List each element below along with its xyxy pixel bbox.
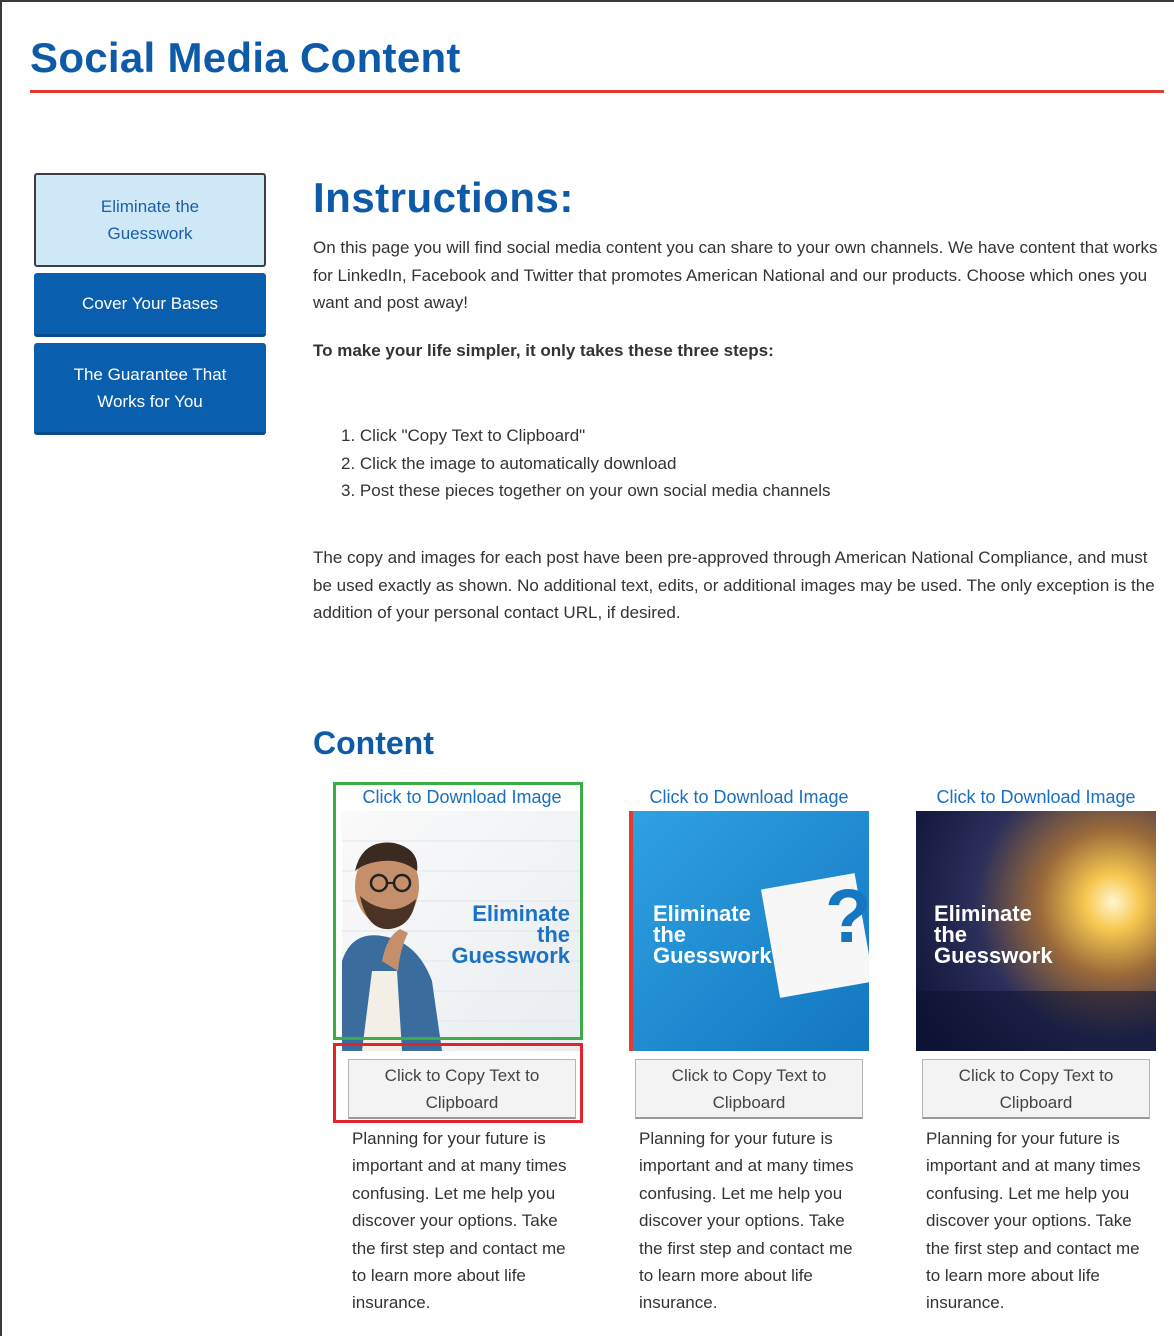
download-image-link[interactable]: Click to Download Image — [916, 783, 1156, 811]
compliance-note: The copy and images for each post have b… — [313, 548, 1155, 622]
sidebar-item-eliminate-the-guesswork[interactable]: Eliminate the Guesswork — [34, 173, 266, 267]
sidebar-item-label: The Guarantee That Works for You — [73, 364, 227, 411]
post-image-3[interactable]: Eliminate the Guesswork — [916, 811, 1156, 1051]
instructions-intro: On this page you will find social media … — [313, 238, 1158, 312]
image-caption-line: Guesswork — [934, 943, 1053, 968]
content-card-3: Click to Download Image Eliminate the Gu… — [916, 783, 1156, 1317]
image-caption-line: the — [934, 922, 967, 947]
sidebar-item-label: Eliminate the Guesswork — [100, 197, 200, 243]
copy-text-button[interactable]: Click to Copy Text to Clipboard — [922, 1059, 1150, 1119]
image-caption-line: Guesswork — [653, 943, 772, 968]
sidebar-nav: Eliminate the Guesswork Cover Your Bases… — [34, 173, 266, 441]
post-text: Planning for your future is important an… — [639, 1129, 854, 1313]
sidebar-item-label: Cover Your Bases — [81, 294, 219, 313]
download-image-link[interactable]: Click to Download Image — [629, 783, 869, 811]
post-text: Planning for your future is important an… — [926, 1129, 1141, 1313]
image-caption-line: Eliminate — [472, 901, 570, 926]
instructions-heading: Instructions: — [313, 174, 574, 221]
copy-text-button[interactable]: Click to Copy Text to Clipboard — [348, 1059, 576, 1119]
copy-text-button[interactable]: Click to Copy Text to Clipboard — [635, 1059, 863, 1119]
sidebar-item-cover-your-bases[interactable]: Cover Your Bases — [34, 273, 266, 337]
content-card-2: Click to Download Image ? Eliminate the … — [629, 783, 869, 1317]
post-image-2[interactable]: ? Eliminate the Guesswork — [629, 811, 869, 1051]
image-caption-line: the — [653, 922, 686, 947]
download-image-link[interactable]: Click to Download Image — [342, 783, 582, 811]
steps-intro: To make your life simpler, it only takes… — [313, 341, 774, 360]
image-caption: Eliminate the Guesswork — [934, 901, 1053, 968]
step-item: 3. Post these pieces together on your ow… — [341, 481, 831, 500]
image-caption-line: Guesswork — [451, 943, 570, 968]
sidebar-item-the-guarantee[interactable]: The Guarantee That Works for You — [34, 343, 266, 435]
post-image-1[interactable]: Eliminate the Guesswork — [342, 811, 582, 1051]
image-caption-line: the — [537, 922, 570, 947]
title-divider — [30, 90, 1164, 93]
page-title: Social Media Content — [30, 34, 461, 81]
step-item: 1. Click "Copy Text to Clipboard" — [341, 426, 586, 445]
content-card-1: Click to Download Image Eliminate the Gu… — [342, 783, 582, 1317]
image-caption: Eliminate the Guesswork — [451, 901, 570, 968]
step-item: 2. Click the image to automatically down… — [341, 453, 677, 473]
post-text: Planning for your future is important an… — [352, 1129, 567, 1313]
question-mark-icon: ? — [825, 874, 869, 959]
content-heading: Content — [313, 725, 434, 761]
instructions-section: Instructions: On this page you will find… — [313, 170, 1163, 761]
image-caption-line: Eliminate — [653, 901, 751, 926]
image-caption-line: Eliminate — [934, 901, 1032, 926]
steps-list: 1. Click "Copy Text to Clipboard" 2. Cli… — [341, 422, 831, 505]
image-caption: Eliminate the Guesswork — [653, 901, 772, 968]
